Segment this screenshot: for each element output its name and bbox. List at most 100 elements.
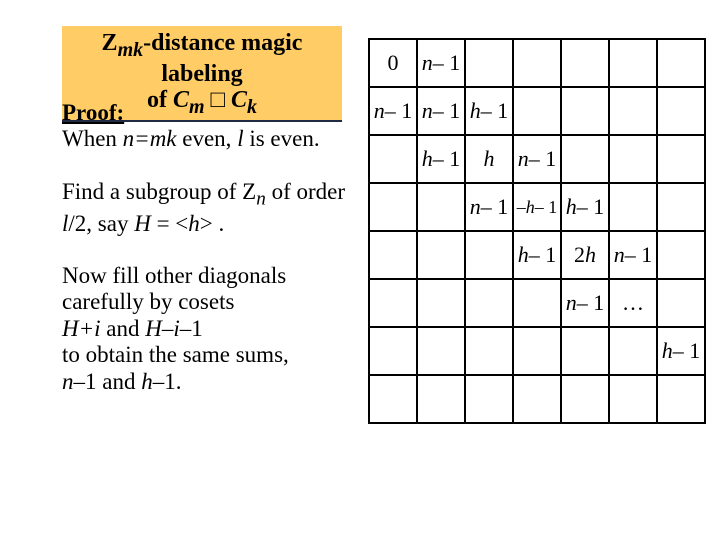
cell-suf: – 1 xyxy=(577,290,605,315)
p2-eq: = < xyxy=(151,211,188,236)
cell-suf: – 1 xyxy=(673,338,701,363)
cell-4-3: h– 1 xyxy=(513,231,561,279)
cell-n: n xyxy=(374,98,385,123)
cell-0-3 xyxy=(513,39,561,87)
cell-suf: – 1 xyxy=(481,98,509,123)
p2-h-lower: h xyxy=(188,211,200,236)
p1-when: When xyxy=(62,126,123,151)
p3-one: 1 xyxy=(191,316,203,341)
cell-2: 2 xyxy=(574,242,585,267)
cell-7-5 xyxy=(609,375,657,423)
cell-n: n xyxy=(470,194,481,219)
table-row xyxy=(369,375,705,423)
cell-2-1: h– 1 xyxy=(417,135,465,183)
slide: Zmk-distance magic labeling of Cm □ Ck P… xyxy=(0,0,720,540)
cell-0-6 xyxy=(657,39,705,87)
p3-nminus: n– xyxy=(62,369,85,394)
cell-2-5 xyxy=(609,135,657,183)
cell-2-2: h xyxy=(465,135,513,183)
cell-3-3: –h– 1 xyxy=(513,183,561,231)
cell-suf: – 1 xyxy=(481,194,509,219)
cell-6-2 xyxy=(465,327,513,375)
cell-2-3: n– 1 xyxy=(513,135,561,183)
proof-para-3: Now fill other diagonals carefully by co… xyxy=(62,263,352,395)
cell-n: n xyxy=(422,50,433,75)
cell-3-5 xyxy=(609,183,657,231)
cell-7-6 xyxy=(657,375,705,423)
cell-0-5 xyxy=(609,39,657,87)
title-line1: Zmk-distance magic labeling xyxy=(102,30,303,87)
table-row: h– 1 h n– 1 xyxy=(369,135,705,183)
p1-nmk: n=mk xyxy=(123,126,177,151)
title-z: Z xyxy=(102,30,118,56)
proof-label: Proof: xyxy=(62,100,124,125)
cell-suf: – 1 xyxy=(529,242,557,267)
cell-6-3 xyxy=(513,327,561,375)
table: 0 n– 1 n– 1 n– 1 h– 1 h– 1 h n– 1 xyxy=(368,38,706,424)
cell-4-2 xyxy=(465,231,513,279)
cell-7-2 xyxy=(465,375,513,423)
cell-0-2 xyxy=(465,39,513,87)
cell-h: h xyxy=(518,242,529,267)
cell-1-6 xyxy=(657,87,705,135)
cell-5-4: n– 1 xyxy=(561,279,609,327)
cell-6-6: h– 1 xyxy=(657,327,705,375)
cell-1-5 xyxy=(609,87,657,135)
cell-7-0 xyxy=(369,375,417,423)
cell-3-6 xyxy=(657,183,705,231)
cell-2-0 xyxy=(369,135,417,183)
cell-2-6 xyxy=(657,135,705,183)
cell-1-1: n– 1 xyxy=(417,87,465,135)
cell-suf: – 1 xyxy=(529,146,557,171)
cell-dots: … xyxy=(622,290,644,315)
p3-hminus: h– xyxy=(141,369,164,394)
cell-5-2 xyxy=(465,279,513,327)
cell-7-1 xyxy=(417,375,465,423)
cell-6-0 xyxy=(369,327,417,375)
table-row: h– 1 2h n– 1 xyxy=(369,231,705,279)
p3-line1: Now fill other diagonals carefully by co… xyxy=(62,263,286,314)
p3-sums: to obtain the same sums, xyxy=(62,342,289,367)
cell-5-3 xyxy=(513,279,561,327)
title-mk: mk xyxy=(118,39,144,61)
cell-h: h xyxy=(422,146,433,171)
cell-5-0 xyxy=(369,279,417,327)
cell-h: h xyxy=(585,242,596,267)
cell-text: 0 xyxy=(388,50,399,75)
cell-4-5: n– 1 xyxy=(609,231,657,279)
cell-h: h xyxy=(484,146,495,171)
cell-4-4: 2h xyxy=(561,231,609,279)
cell-4-0 xyxy=(369,231,417,279)
cell-0-0: 0 xyxy=(369,39,417,87)
cell-n: n xyxy=(614,242,625,267)
cell-7-3 xyxy=(513,375,561,423)
p2-half: /2, say xyxy=(68,211,134,236)
cell-1-4 xyxy=(561,87,609,135)
p1-iseven: is even. xyxy=(244,126,320,151)
cell-0-1: n– 1 xyxy=(417,39,465,87)
table-row: 0 n– 1 xyxy=(369,39,705,87)
body-text: Proof: When n=mk even, l is even. Find a… xyxy=(62,100,352,421)
table-row: n– 1 n– 1 h– 1 xyxy=(369,87,705,135)
cell-3-2: n– 1 xyxy=(465,183,513,231)
cell-5-1 xyxy=(417,279,465,327)
p2-oforder: of order xyxy=(266,179,345,204)
p3-1and: 1 and xyxy=(85,369,141,394)
p3-and: and xyxy=(101,316,146,341)
proof-para-2: Find a subgroup of Zn of order l/2, say … xyxy=(62,179,352,237)
cell-2-4 xyxy=(561,135,609,183)
table-row: n– 1 … xyxy=(369,279,705,327)
p3-hplusi: H+i xyxy=(62,316,101,341)
p2-close: > . xyxy=(200,211,224,236)
p3-hmi: H–i– xyxy=(145,316,191,341)
title-rest: -distance magic labeling xyxy=(143,30,302,87)
cell-7-4 xyxy=(561,375,609,423)
p2-find: Find a subgroup of xyxy=(62,179,242,204)
cell-3-4: h– 1 xyxy=(561,183,609,231)
cell-n: n xyxy=(566,290,577,315)
p1-even: even, xyxy=(177,126,238,151)
cell-n: n xyxy=(422,98,433,123)
proof-para-1: Proof: When n=mk even, l is even. xyxy=(62,100,352,153)
cell-6-5 xyxy=(609,327,657,375)
cell-suf: – 1 xyxy=(577,194,605,219)
